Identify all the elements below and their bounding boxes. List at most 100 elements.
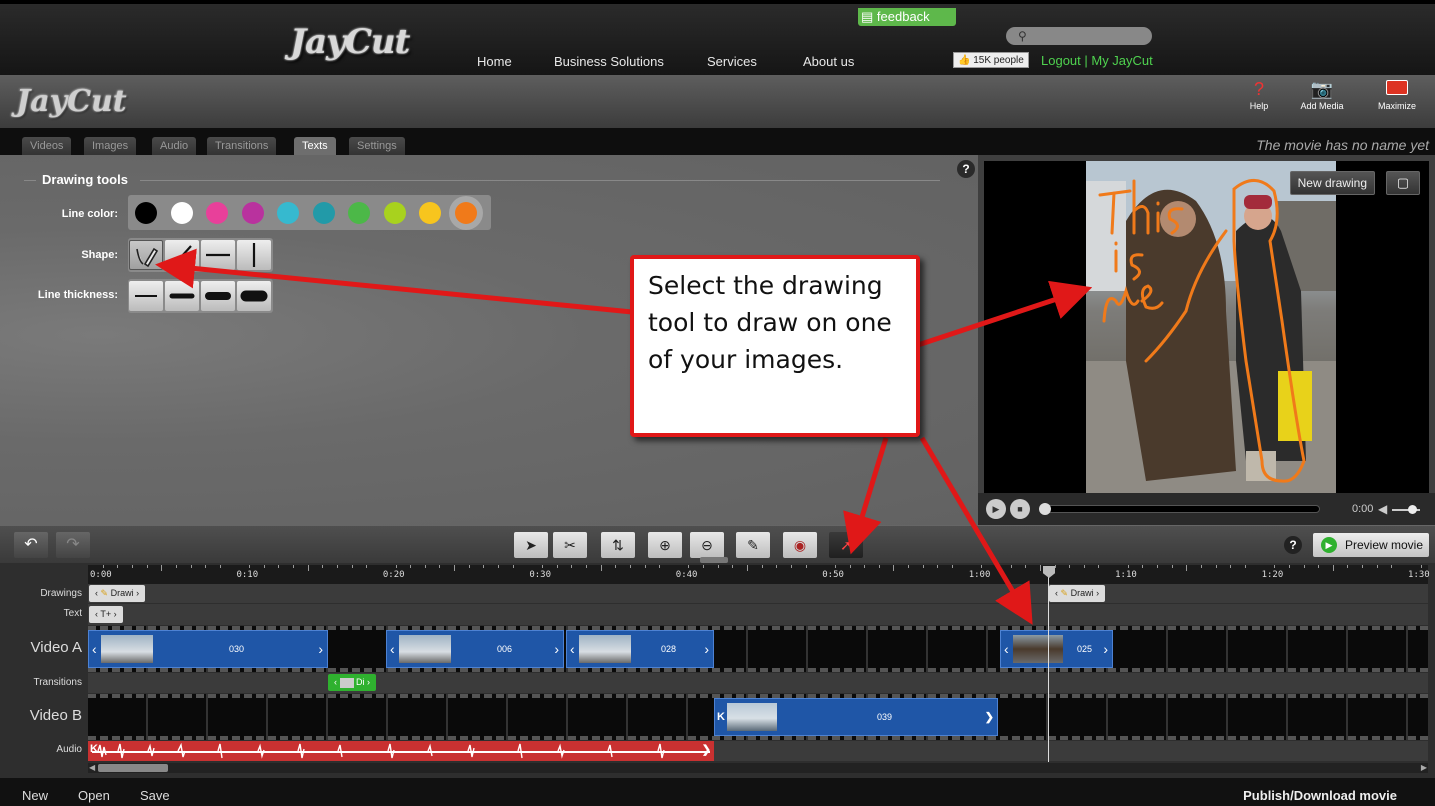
- nav-business-solutions[interactable]: Business Solutions: [554, 54, 664, 69]
- help-button[interactable]: ? Help: [1246, 79, 1272, 111]
- search-input[interactable]: ⚲: [1006, 27, 1152, 45]
- freehand-pencil-tool[interactable]: [129, 240, 163, 270]
- color-swatch[interactable]: [241, 202, 264, 224]
- video-clip[interactable]: ‹ 028 ›: [566, 630, 714, 668]
- horizontal-line-tool[interactable]: [201, 240, 235, 270]
- open-button[interactable]: Open: [78, 788, 110, 803]
- thickness-3-button[interactable]: [201, 281, 235, 311]
- text-clip[interactable]: ‹ T+ ›: [89, 606, 123, 623]
- new-drawing-button[interactable]: New drawing: [1289, 171, 1375, 195]
- color-swatch[interactable]: [348, 202, 370, 224]
- site-logo[interactable]: JayCut: [290, 22, 410, 62]
- color-swatch[interactable]: [135, 202, 157, 224]
- audio-clip[interactable]: K ❯: [88, 741, 714, 761]
- zoom-out-icon: ⊖: [701, 537, 713, 553]
- record-button[interactable]: ◉: [783, 532, 817, 558]
- new-button[interactable]: New: [22, 788, 48, 803]
- undo-button[interactable]: ↶: [14, 532, 48, 558]
- ruler-tick: [1098, 565, 1100, 568]
- color-swatch[interactable]: [419, 202, 441, 224]
- color-swatch[interactable]: [206, 202, 228, 224]
- ruler-tick: [161, 565, 163, 571]
- tab-transitions[interactable]: Transitions: [207, 137, 277, 155]
- track-video-a[interactable]: ‹ 030 › ‹ 006 › ‹ 028 › ‹ 025 ›: [88, 626, 1428, 672]
- tab-audio[interactable]: Audio: [152, 137, 197, 155]
- pencil-tool-button[interactable]: ✎: [736, 532, 770, 558]
- color-swatch[interactable]: [312, 202, 335, 224]
- video-clip[interactable]: ‹ 030 ›: [88, 630, 328, 668]
- thickness-4-button[interactable]: [237, 281, 271, 311]
- nav-services[interactable]: Services: [707, 54, 757, 69]
- time-ruler[interactable]: 0:00 0:10 0:20 0:30 0:40 0:50 1:00 1:10 1:20 1:30: [88, 565, 1430, 585]
- tab-images[interactable]: Images: [84, 137, 137, 155]
- seek-bar[interactable]: [1039, 503, 1320, 515]
- add-media-button[interactable]: 📷 Add Media: [1298, 79, 1346, 111]
- play-button[interactable]: ▶: [986, 499, 1006, 519]
- drawing-clip[interactable]: ‹ ✎ Drawi ›: [89, 585, 146, 602]
- ruler-tick: [600, 565, 602, 571]
- diagonal-line-tool[interactable]: [165, 240, 199, 270]
- save-button[interactable]: Save: [140, 788, 170, 803]
- playhead[interactable]: [1048, 568, 1049, 762]
- cut-tool-button[interactable]: ✂: [553, 532, 587, 558]
- color-swatch[interactable]: [170, 202, 193, 224]
- color-swatch[interactable]: [277, 202, 299, 224]
- search-icon: ⚲: [1018, 29, 1027, 43]
- zoom-in-button[interactable]: ⊕: [648, 532, 682, 558]
- movie-name[interactable]: The movie has no name yet: [1256, 137, 1429, 153]
- preview-movie-button[interactable]: ▶ Preview movie: [1313, 533, 1429, 557]
- ruler-tick: [278, 565, 280, 568]
- zoom-out-button[interactable]: ⊖: [690, 532, 724, 558]
- panel-help-icon[interactable]: ?: [957, 160, 975, 178]
- toolbar-help-icon[interactable]: ?: [1284, 536, 1302, 554]
- ruler-tick: [1201, 565, 1202, 568]
- video-clip[interactable]: ‹ 025 ›: [1000, 630, 1113, 668]
- nav-home[interactable]: Home: [477, 54, 512, 69]
- redo-button[interactable]: ↷: [56, 532, 90, 558]
- timeline-scrollbar[interactable]: ◀ ▶: [88, 763, 1428, 773]
- bottom-bar: New Open Save Publish/Download movie: [0, 778, 1435, 806]
- nav-about-us[interactable]: About us: [803, 54, 854, 69]
- publish-download-button[interactable]: Publish/Download movie: [1243, 788, 1397, 803]
- thickness-1-button[interactable]: [129, 281, 163, 311]
- volume-handle[interactable]: [1408, 505, 1417, 514]
- video-clip[interactable]: ‹ 006 ›: [386, 630, 564, 668]
- seek-handle[interactable]: [1039, 503, 1051, 515]
- fullscreen-button[interactable]: ▢: [1386, 171, 1420, 195]
- thickness-2-button[interactable]: [165, 281, 199, 311]
- track-drawings[interactable]: ‹ ✎ Drawi › ‹ ✎ Drawi ›: [88, 584, 1428, 603]
- stop-button[interactable]: ■: [1010, 499, 1030, 519]
- trim-left-icon: K: [717, 711, 725, 723]
- track-audio[interactable]: K ❯: [88, 741, 1428, 761]
- split-icon: ⇅: [612, 537, 624, 553]
- tab-texts[interactable]: Texts: [294, 137, 336, 155]
- scrollbar-thumb[interactable]: [98, 764, 168, 772]
- drawing-clip[interactable]: ‹ ✎ Drawi ›: [1049, 585, 1106, 602]
- timeline: 0:00 0:10 0:20 0:30 0:40 0:50 1:00 1:10 1:20 1:30…: [0, 557, 1435, 778]
- video-clip[interactable]: K 039 ❯: [714, 698, 998, 736]
- account-links[interactable]: Logout | My JayCut: [1041, 53, 1153, 68]
- ruler-tick: [541, 565, 543, 568]
- shape-tools: [128, 238, 273, 272]
- track-text[interactable]: ‹ T+ ›: [88, 604, 1428, 625]
- draw-tool-button[interactable]: ➚: [829, 532, 863, 558]
- maximize-button[interactable]: Maximize: [1375, 79, 1419, 111]
- preview-screen[interactable]: New drawing ▢: [984, 161, 1429, 493]
- color-swatch[interactable]: [383, 202, 406, 224]
- tab-videos[interactable]: Videos: [22, 137, 72, 155]
- feedback-button[interactable]: ▤ feedback: [858, 8, 956, 26]
- volume-icon[interactable]: ◀: [1378, 502, 1387, 516]
- select-tool-button[interactable]: ➤: [514, 532, 548, 558]
- track-video-b[interactable]: K 039 ❯: [88, 694, 1428, 740]
- color-swatch[interactable]: [454, 202, 477, 224]
- track-transitions[interactable]: ‹ Di ›: [88, 673, 1428, 693]
- transition-clip[interactable]: ‹ Di ›: [328, 674, 377, 691]
- scroll-right-icon[interactable]: ▶: [1421, 763, 1427, 772]
- like-button[interactable]: 👍 15K people: [953, 52, 1029, 68]
- panel-resize-handle[interactable]: [700, 557, 728, 563]
- tab-settings[interactable]: Settings: [349, 137, 405, 155]
- vertical-line-tool[interactable]: [237, 240, 271, 270]
- line-thickness-tools: [128, 279, 273, 313]
- split-tool-button[interactable]: ⇅: [601, 532, 635, 558]
- scroll-left-icon[interactable]: ◀: [89, 763, 95, 772]
